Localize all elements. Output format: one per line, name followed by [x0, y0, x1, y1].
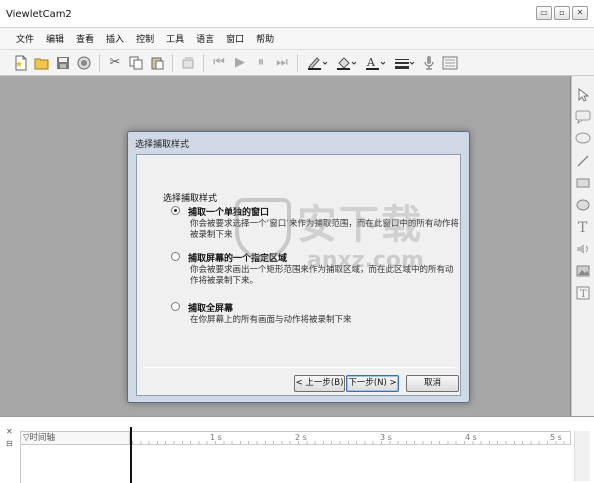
- menu-tools[interactable]: 工具: [164, 30, 186, 47]
- line-style-icon[interactable]: [391, 54, 417, 72]
- menu-language[interactable]: 语言: [194, 30, 216, 47]
- menu-file[interactable]: 文件: [14, 30, 36, 47]
- close-icon[interactable]: ✕: [6, 427, 13, 436]
- play-icon[interactable]: ▶: [231, 54, 249, 72]
- dialog-heading: 选择捕取样式: [163, 194, 218, 204]
- collapse-icon[interactable]: ⊟: [6, 439, 13, 448]
- timeline-panel: ✕ ⊟ ▽时间轴 1 s 2 s 3 s 4 s 5 s: [0, 416, 594, 483]
- record-icon[interactable]: [75, 54, 93, 72]
- option-label: 捕取全屏幕: [188, 304, 234, 314]
- timeline-label[interactable]: ▽时间轴: [20, 431, 130, 445]
- option-description: 你会被要求选择一个‘窗口’来作为捕取范围，而在此窗口中的所有动作将被录制下来: [190, 219, 459, 240]
- option-description: 在你屏幕上的所有画面与动作将被录制下来: [190, 315, 352, 325]
- menu-edit[interactable]: 编辑: [44, 30, 66, 47]
- timeline-ruler[interactable]: 1 s 2 s 3 s 4 s 5 s: [131, 431, 571, 445]
- menu-bar: 文件 编辑 查看 插入 控制 工具 语言 窗口 帮助: [0, 28, 594, 50]
- radio-full-screen[interactable]: [171, 302, 180, 311]
- properties-icon[interactable]: [441, 54, 459, 72]
- next-button[interactable]: 下一步(N) >: [346, 375, 399, 392]
- svg-text:T: T: [578, 220, 588, 234]
- text-icon[interactable]: T: [574, 218, 592, 236]
- cancel-button[interactable]: 取消: [406, 375, 459, 392]
- timeline-tracks[interactable]: [20, 446, 571, 483]
- text-box-icon[interactable]: T: [574, 284, 592, 302]
- open-icon[interactable]: [33, 54, 51, 72]
- radio-screen-region[interactable]: [171, 252, 180, 261]
- menu-view[interactable]: 查看: [74, 30, 96, 47]
- window-title: ViewletCam2: [6, 9, 72, 20]
- menu-insert[interactable]: 插入: [104, 30, 126, 47]
- rectangle-icon[interactable]: [574, 174, 592, 192]
- option-label: 捕取屏幕的一个指定区域: [188, 254, 288, 264]
- option-description: 你会被要求画出一个矩形范围来作为捕取区域，而在此区域中的所有动作将被录制下来。: [190, 265, 454, 286]
- paste-icon[interactable]: [148, 54, 166, 72]
- svg-text:T: T: [580, 289, 587, 300]
- pause-icon[interactable]: ⏸: [252, 54, 270, 72]
- tick-label: 3 s: [380, 433, 392, 442]
- fill-color-icon[interactable]: [333, 54, 359, 72]
- toolbar-separator: [172, 53, 173, 72]
- speech-icon[interactable]: [574, 130, 592, 148]
- microphone-icon[interactable]: [420, 54, 438, 72]
- radio-single-window[interactable]: [171, 206, 180, 215]
- copy-icon[interactable]: [127, 54, 145, 72]
- menu-help[interactable]: 帮助: [254, 30, 276, 47]
- line-color-icon[interactable]: [304, 54, 330, 72]
- timeline-scrollbar[interactable]: [574, 431, 590, 481]
- main-toolbar: ✂ ⏮ ▶ ⏸ ⏭ A: [0, 50, 594, 76]
- tick-label: 1 s: [210, 433, 222, 442]
- tick-label: 4 s: [465, 433, 477, 442]
- option-label: 捕取一个单独的窗口: [188, 208, 270, 218]
- cut-icon[interactable]: ✂: [106, 54, 124, 72]
- menu-control[interactable]: 控制: [134, 30, 156, 47]
- close-button[interactable]: ✕: [572, 6, 588, 20]
- image-icon[interactable]: [574, 262, 592, 280]
- first-frame-icon[interactable]: ⏮: [210, 54, 228, 72]
- save-icon[interactable]: [54, 54, 72, 72]
- maximize-button[interactable]: ▫: [554, 6, 570, 20]
- toolbar-separator: [297, 53, 298, 72]
- dialog-title: 选择捕取样式: [135, 140, 190, 150]
- tick-label: 5 s: [550, 433, 562, 442]
- back-button[interactable]: < 上一步(B): [294, 375, 345, 392]
- title-bar: ViewletCam2 ▭ ▫ ✕: [0, 0, 594, 28]
- menu-window[interactable]: 窗口: [224, 30, 246, 47]
- new-icon[interactable]: [12, 54, 30, 72]
- last-frame-icon[interactable]: ⏭: [273, 54, 291, 72]
- tick-label: 2 s: [295, 433, 307, 442]
- window-controls: ▭ ▫ ✕: [536, 6, 588, 20]
- playhead[interactable]: [130, 427, 132, 483]
- callout-icon[interactable]: [574, 108, 592, 126]
- pointer-icon[interactable]: [574, 86, 592, 104]
- drawing-tools-palette: T T: [571, 76, 594, 416]
- toolbar-separator: [99, 53, 100, 72]
- dialog-body: 选择捕取样式 捕取一个单独的窗口 你会被要求选择一个‘窗口’来作为捕取范围，而在…: [136, 154, 461, 396]
- capture-style-dialog: 选择捕取样式 选择捕取样式 捕取一个单独的窗口 你会被要求选择一个‘窗口’来作为…: [127, 131, 470, 403]
- minimize-button[interactable]: ▭: [536, 6, 552, 20]
- undo-icon[interactable]: [179, 54, 197, 72]
- toolbar-separator: [203, 53, 204, 72]
- line-icon[interactable]: [574, 152, 592, 170]
- dialog-separator: [143, 367, 455, 368]
- svg-text:A: A: [366, 56, 376, 69]
- sound-icon[interactable]: [574, 240, 592, 258]
- text-color-icon[interactable]: A: [362, 54, 388, 72]
- ellipse-icon[interactable]: [574, 196, 592, 214]
